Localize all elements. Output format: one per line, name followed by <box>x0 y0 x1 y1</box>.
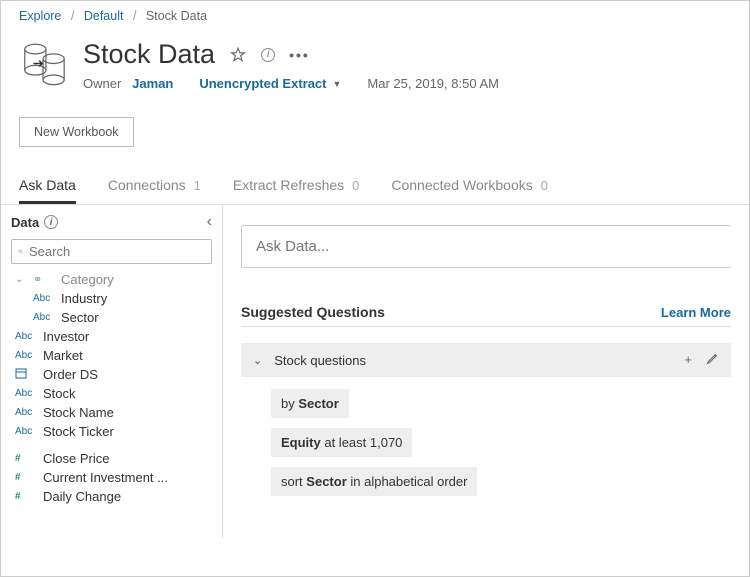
field-label: Industry <box>61 291 107 306</box>
tabs: Ask Data Connections 1 Extract Refreshes… <box>1 171 749 205</box>
search-input[interactable] <box>29 244 205 259</box>
type-abc-icon: Abc <box>15 331 37 342</box>
category-label: Category <box>61 272 114 287</box>
datasource-icon <box>19 41 69 89</box>
collapse-pane-icon[interactable]: ‹ <box>207 213 212 231</box>
search-icon <box>18 245 23 258</box>
field-label: Stock Name <box>43 405 114 420</box>
favorite-star-icon[interactable] <box>229 46 247 64</box>
field-item[interactable]: Abc Stock Name <box>11 403 212 422</box>
owner-label: Owner <box>83 76 121 91</box>
type-number-icon: # <box>15 472 37 483</box>
chevron-down-icon: ⌄ <box>253 354 262 367</box>
field-label: Order DS <box>43 367 98 382</box>
type-abc-icon: Abc <box>15 407 37 418</box>
info-icon[interactable]: i <box>261 48 275 62</box>
field-label: Market <box>43 348 83 363</box>
breadcrumb-explore[interactable]: Explore <box>19 9 61 23</box>
type-date-icon <box>15 367 37 382</box>
hierarchy-icon: ⚭ <box>33 273 55 286</box>
field-category-folder[interactable]: ⌄ ⚭ Category <box>11 270 212 289</box>
chip-text: at least 1,070 <box>321 435 403 450</box>
tab-count: 0 <box>352 178 359 193</box>
type-abc-icon: Abc <box>33 293 55 304</box>
field-item[interactable]: Abc Stock <box>11 384 212 403</box>
more-actions-icon[interactable]: ••• <box>289 47 310 63</box>
breadcrumb-project[interactable]: Default <box>84 9 124 23</box>
field-item[interactable]: Abc Sector <box>11 308 212 327</box>
chip-text: by <box>281 396 298 411</box>
dropdown-triangle-icon: ▼ <box>333 79 342 89</box>
question-chip[interactable]: sort Sector in alphabetical order <box>271 467 477 496</box>
field-label: Daily Change <box>43 489 121 504</box>
breadcrumb-current: Stock Data <box>146 9 207 23</box>
ask-data-input[interactable] <box>241 225 731 268</box>
question-chip[interactable]: Equity at least 1,070 <box>271 428 412 457</box>
question-group-header[interactable]: ⌄ Stock questions + <box>241 343 731 377</box>
info-icon[interactable]: i <box>44 215 58 229</box>
question-chip[interactable]: by Sector <box>271 389 349 418</box>
tab-label: Connections <box>108 177 186 193</box>
tree-toggle-icon[interactable]: ⌄ <box>15 274 27 285</box>
tab-extract-refreshes[interactable]: Extract Refreshes 0 <box>233 171 360 204</box>
type-abc-icon: Abc <box>33 312 55 323</box>
learn-more-link[interactable]: Learn More <box>661 305 731 320</box>
field-label: Close Price <box>43 451 109 466</box>
field-label: Current Investment ... <box>43 470 168 485</box>
main: Data i ‹ ⌄ ⚭ Category Abc Industry Abc Sec… <box>1 205 749 538</box>
tab-label: Ask Data <box>19 177 76 193</box>
field-label: Sector <box>61 310 99 325</box>
field-label: Stock Ticker <box>43 424 114 439</box>
field-item[interactable]: # Current Investment ... <box>11 468 212 487</box>
breadcrumb-sep: / <box>71 9 74 23</box>
chip-bold: Sector <box>298 396 338 411</box>
field-item[interactable]: Abc Market <box>11 346 212 365</box>
field-item[interactable]: Order DS <box>11 365 212 384</box>
field-label: Stock <box>43 386 76 401</box>
new-workbook-button[interactable]: New Workbook <box>19 117 134 147</box>
breadcrumb: Explore / Default / Stock Data <box>1 1 749 31</box>
field-item[interactable]: Abc Investor <box>11 327 212 346</box>
tab-connections[interactable]: Connections 1 <box>108 171 201 204</box>
extract-type-label: Unencrypted Extract <box>199 76 326 91</box>
type-abc-icon: Abc <box>15 350 37 361</box>
add-question-icon[interactable]: + <box>684 352 692 368</box>
chip-bold: Sector <box>306 474 346 489</box>
chip-bold: Equity <box>281 435 321 450</box>
extract-timestamp: Mar 25, 2019, 8:50 AM <box>367 76 499 91</box>
header: Stock Data i ••• Owner Jaman Unencrypted… <box>1 31 749 107</box>
extract-type-dropdown[interactable]: Unencrypted Extract ▼ <box>199 76 341 91</box>
tab-connected-workbooks[interactable]: Connected Workbooks 0 <box>391 171 548 204</box>
type-number-icon: # <box>15 491 37 502</box>
field-list: ⌄ ⚭ Category Abc Industry Abc Sector Abc In… <box>11 270 212 506</box>
ask-data-content: Suggested Questions Learn More ⌄ Stock q… <box>223 205 749 538</box>
question-chips: by Sector Equity at least 1,070 sort Sec… <box>241 389 731 496</box>
data-pane: Data i ‹ ⌄ ⚭ Category Abc Industry Abc Sec… <box>1 205 223 538</box>
type-abc-icon: Abc <box>15 388 37 399</box>
owner-block: Owner Jaman <box>83 76 173 91</box>
data-pane-title: Data <box>11 215 39 230</box>
chip-text: in alphabetical order <box>347 474 468 489</box>
breadcrumb-sep: / <box>133 9 136 23</box>
field-item[interactable]: # Close Price <box>11 449 212 468</box>
page-title: Stock Data <box>83 39 215 70</box>
owner-name[interactable]: Jaman <box>132 76 173 91</box>
suggested-questions-title: Suggested Questions <box>241 304 385 320</box>
tab-label: Connected Workbooks <box>391 177 532 193</box>
tab-count: 0 <box>541 178 548 193</box>
edit-group-icon[interactable] <box>706 352 719 368</box>
tab-label: Extract Refreshes <box>233 177 344 193</box>
field-label: Investor <box>43 329 89 344</box>
chip-text: sort <box>281 474 306 489</box>
field-item[interactable]: Abc Stock Ticker <box>11 422 212 441</box>
type-number-icon: # <box>15 453 37 464</box>
search-field-wrap[interactable] <box>11 239 212 264</box>
field-item[interactable]: # Daily Change <box>11 487 212 506</box>
type-abc-icon: Abc <box>15 426 37 437</box>
tab-ask-data[interactable]: Ask Data <box>19 171 76 204</box>
tab-count: 1 <box>194 178 201 193</box>
question-group-label: Stock questions <box>274 353 366 368</box>
field-item[interactable]: Abc Industry <box>11 289 212 308</box>
